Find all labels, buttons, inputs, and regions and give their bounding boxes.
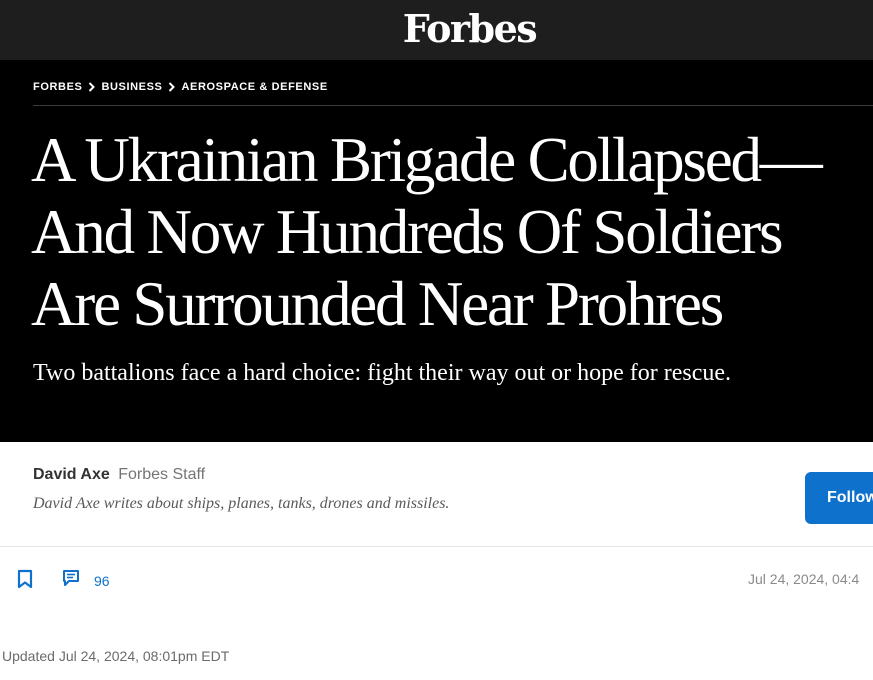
article-toolbar: 96 Jul 24, 2024, 04:4 bbox=[0, 547, 873, 609]
divider bbox=[33, 105, 873, 106]
breadcrumb-forbes[interactable]: FORBES bbox=[33, 81, 82, 93]
top-bar: Forbes bbox=[0, 0, 873, 60]
chevron-right-icon bbox=[88, 82, 96, 92]
publish-date: Jul 24, 2024, 04:4 bbox=[748, 571, 860, 587]
comment-icon bbox=[62, 569, 80, 592]
author-name[interactable]: David Axe bbox=[33, 466, 110, 483]
breadcrumb-business[interactable]: BUSINESS bbox=[101, 81, 162, 93]
article-headline: A Ukrainian Brigade Collapsed—And Now Hu… bbox=[31, 125, 823, 339]
author-bio: David Axe writes about ships, planes, ta… bbox=[33, 495, 450, 512]
follow-button[interactable]: Follow bbox=[805, 472, 873, 524]
article-hero: FORBES BUSINESS AEROSPACE & DEFENSE A Uk… bbox=[0, 60, 873, 442]
chevron-right-icon bbox=[168, 82, 176, 92]
article-subhead: Two battalions face a hard choice: fight… bbox=[33, 360, 732, 386]
author-role: Forbes Staff bbox=[118, 466, 206, 483]
bookmark-icon[interactable] bbox=[16, 569, 34, 594]
byline: David Axe Forbes Staff bbox=[33, 466, 205, 484]
comments-button[interactable]: 96 bbox=[62, 569, 110, 592]
breadcrumb-aerospace-defense[interactable]: AEROSPACE & DEFENSE bbox=[181, 81, 327, 93]
forbes-logo[interactable]: Forbes bbox=[403, 6, 538, 51]
breadcrumb: FORBES BUSINESS AEROSPACE & DEFENSE bbox=[33, 81, 328, 93]
author-section: David Axe Forbes Staff David Axe writes … bbox=[0, 442, 873, 547]
updated-timestamp: Updated Jul 24, 2024, 08:01pm EDT bbox=[2, 648, 230, 664]
comment-count: 96 bbox=[94, 572, 110, 589]
